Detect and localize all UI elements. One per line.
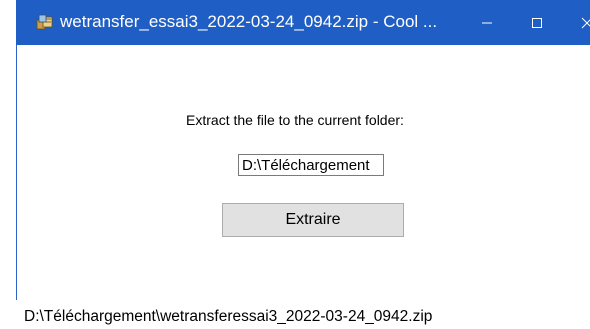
window-title: wetransfer_essai3_2022-03-24_0942.zip - …	[60, 12, 438, 31]
maximize-icon	[532, 17, 542, 28]
archive-app-icon	[36, 14, 54, 30]
minimize-icon	[482, 22, 492, 23]
minimize-button[interactable]	[464, 0, 510, 45]
extract-button[interactable]: Extraire	[222, 203, 404, 237]
extract-prompt-label: Extract the file to the current folder:	[186, 112, 404, 128]
archive-path-status: D:\Téléchargement\wetransferessai3_2022-…	[24, 308, 433, 325]
title-bar[interactable]: wetransfer_essai3_2022-03-24_0942.zip - …	[16, 0, 590, 45]
window-border	[16, 45, 17, 300]
extract-button-label: Extraire	[285, 211, 341, 228]
destination-path-input[interactable]	[238, 154, 384, 176]
close-icon	[581, 17, 590, 28]
maximize-button[interactable]	[514, 0, 560, 45]
close-button[interactable]	[564, 0, 590, 45]
app-window: wetransfer_essai3_2022-03-24_0942.zip - …	[0, 0, 590, 329]
